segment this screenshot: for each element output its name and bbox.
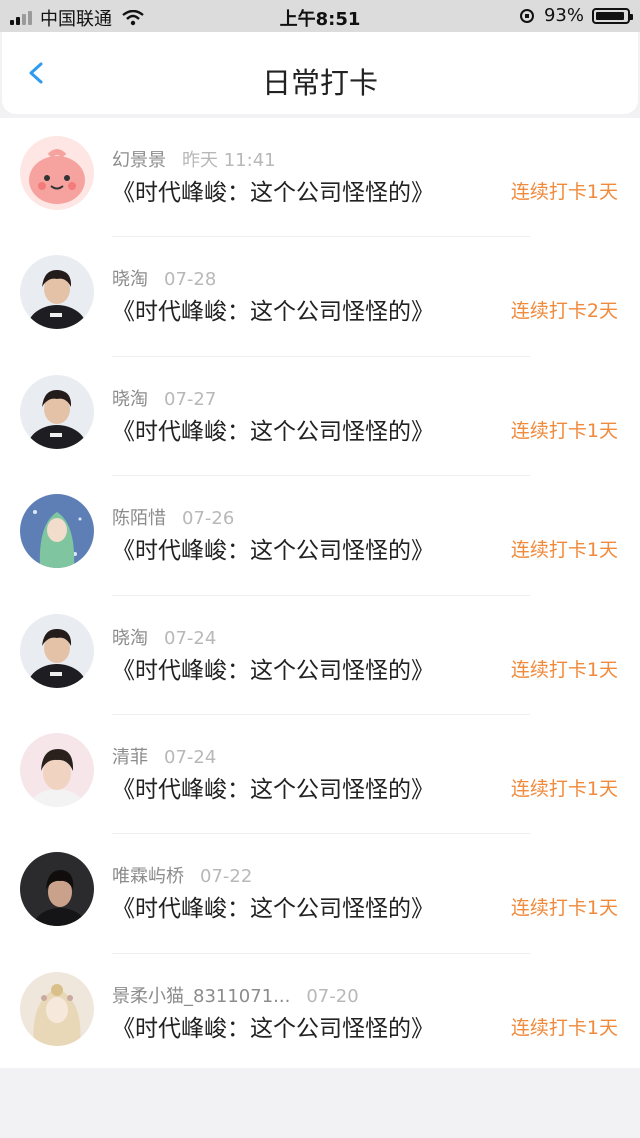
- photo-avatar[interactable]: [20, 613, 94, 688]
- list-item[interactable]: 晓淘 07-28 《时代峰峻：这个公司怪怪的》 连续打卡2天: [0, 237, 640, 357]
- illustration-avatar[interactable]: [20, 971, 94, 1046]
- streak-label: 连续打卡1天: [510, 419, 618, 442]
- anime-avatar[interactable]: [20, 494, 94, 569]
- book-title[interactable]: 《时代峰峻：这个公司怪怪的》: [112, 173, 434, 207]
- streak-label: 连续打卡1天: [510, 181, 618, 203]
- entry-date: 07-20: [306, 985, 359, 1007]
- list-item[interactable]: 陈陌惜 07-26 《时代峰峻：这个公司怪怪的》 连续打卡1天: [0, 476, 640, 596]
- cartoon-avatar[interactable]: [20, 136, 94, 210]
- user-name[interactable]: 陈陌惜: [112, 508, 166, 529]
- user-name[interactable]: 景柔小猫_8311071...: [112, 986, 290, 1007]
- list-item[interactable]: 清菲 07-24 《时代峰峻：这个公司怪怪的》 连续打卡1天: [0, 715, 640, 835]
- entry-meta: 陈陌惜 07-26: [112, 504, 234, 530]
- user-name[interactable]: 晓淘: [112, 628, 148, 649]
- list-item[interactable]: 景柔小猫_8311071... 07-20 《时代峰峻：这个公司怪怪的》 连续打卡…: [0, 954, 640, 1073]
- photo-avatar[interactable]: [20, 374, 94, 449]
- entry-meta: 景柔小猫_8311071... 07-20: [112, 982, 359, 1008]
- photo-avatar[interactable]: [20, 255, 94, 330]
- battery-icon: [592, 7, 633, 24]
- photo-avatar[interactable]: [20, 732, 94, 807]
- entry-meta: 晓淘 07-28: [112, 265, 216, 291]
- entry-meta: 幻景景 昨天 11:41: [112, 146, 276, 172]
- book-title[interactable]: 《时代峰峻：这个公司怪怪的》: [112, 1009, 434, 1043]
- photo-avatar[interactable]: [20, 852, 94, 927]
- list-item[interactable]: 晓淘 07-27 《时代峰峻：这个公司怪怪的》 连续打卡1天: [0, 357, 640, 477]
- user-name[interactable]: 幻景景: [112, 150, 166, 171]
- battery-percent: 93%: [543, 5, 584, 26]
- book-title[interactable]: 《时代峰峻：这个公司怪怪的》: [112, 651, 434, 685]
- checkin-list: 幻景景 昨天 11:41 《时代峰峻：这个公司怪怪的》 连续打卡1天 晓淘 07-2…: [0, 118, 640, 1068]
- streak-label: 连续打卡1天: [510, 658, 618, 681]
- entry-date: 昨天 11:41: [182, 150, 276, 171]
- status-right: 93%: [519, 5, 633, 26]
- book-title[interactable]: 《时代峰峻：这个公司怪怪的》: [112, 292, 434, 326]
- streak-label: 连续打卡1天: [510, 1016, 618, 1039]
- entry-date: 07-28: [164, 269, 217, 291]
- user-name[interactable]: 晓淘: [112, 269, 148, 290]
- rotation-lock-icon: [519, 8, 534, 23]
- book-title[interactable]: 《时代峰峻：这个公司怪怪的》: [112, 531, 434, 565]
- streak-label: 连续打卡2天: [510, 300, 618, 323]
- entry-date: 07-26: [182, 508, 235, 530]
- book-title[interactable]: 《时代峰峻：这个公司怪怪的》: [112, 412, 434, 446]
- battery-fill: [596, 11, 624, 20]
- page-title: 日常打卡: [261, 66, 378, 100]
- list-item[interactable]: 幻景景 昨天 11:41 《时代峰峻：这个公司怪怪的》 连续打卡1天: [0, 118, 640, 238]
- entry-date: 07-22: [200, 866, 253, 888]
- user-name[interactable]: 清菲: [112, 747, 148, 768]
- entry-date: 07-24: [164, 746, 217, 768]
- streak-label: 连续打卡1天: [510, 897, 618, 920]
- entry-date: 07-27: [164, 388, 217, 410]
- entry-date: 07-24: [164, 627, 217, 649]
- streak-label: 连续打卡1天: [510, 539, 618, 562]
- book-title[interactable]: 《时代峰峻：这个公司怪怪的》: [112, 889, 434, 923]
- status-bar: 中国联通 上午8:51 93%: [0, 0, 640, 32]
- book-title[interactable]: 《时代峰峻：这个公司怪怪的》: [112, 770, 434, 804]
- entry-meta: 晓淘 07-27: [112, 385, 216, 411]
- entry-meta: 晓淘 07-24: [112, 624, 216, 650]
- entry-meta: 唯霖屿桥 07-22: [112, 862, 252, 888]
- user-name[interactable]: 晓淘: [112, 389, 148, 410]
- list-item[interactable]: 晓淘 07-24 《时代峰峻：这个公司怪怪的》 连续打卡1天: [0, 596, 640, 715]
- streak-label: 连续打卡1天: [510, 777, 618, 800]
- entry-meta: 清菲 07-24: [112, 743, 216, 769]
- list-item[interactable]: 唯霖屿桥 07-22 《时代峰峻：这个公司怪怪的》 连续打卡1天: [0, 834, 640, 954]
- nav-bar: 日常打卡: [2, 32, 638, 114]
- user-name[interactable]: 唯霖屿桥: [112, 866, 184, 887]
